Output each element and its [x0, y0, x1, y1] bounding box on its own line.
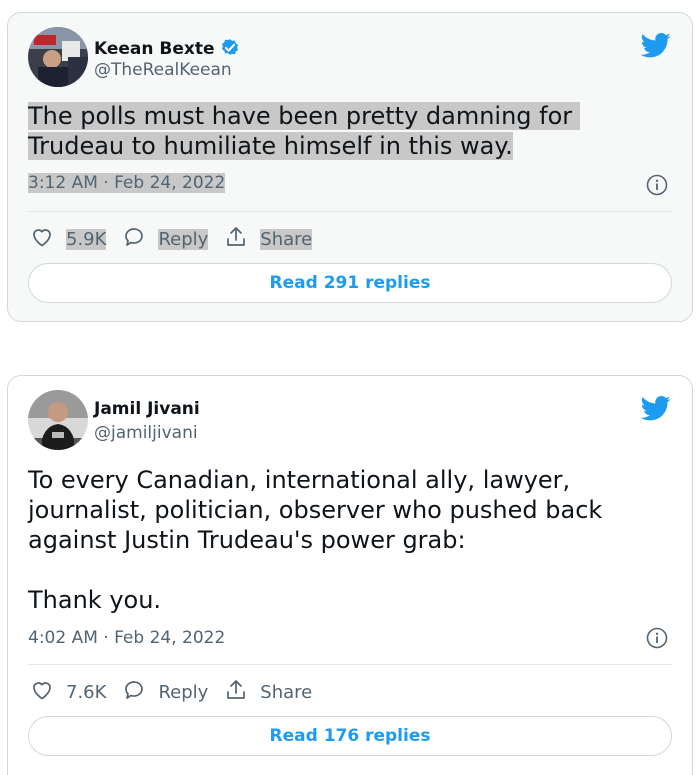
share-label: Share — [260, 228, 313, 250]
share-icon — [224, 225, 248, 253]
tweet-timestamp[interactable]: 4:02 AM · Feb 24, 2022 — [28, 628, 225, 648]
tweet-card[interactable]: Keean Bexte @TheRealKeean The polls must… — [7, 12, 693, 322]
avatar[interactable] — [28, 390, 88, 450]
tweet-text-content: The polls must have been pretty damning … — [28, 102, 580, 160]
like-button[interactable]: 5.9K — [30, 225, 107, 253]
tweet-timestamp[interactable]: 3:12 AM · Feb 24, 2022 — [28, 173, 226, 193]
like-count: 7.6K — [66, 681, 107, 703]
author-name[interactable]: Jamil Jivani — [94, 399, 200, 419]
share-label: Share — [260, 681, 313, 703]
reply-label: Reply — [158, 681, 209, 703]
reply-bubble-icon — [122, 225, 146, 253]
tweet-actions: 7.6K Reply Share — [30, 678, 328, 706]
reply-bubble-icon — [122, 678, 146, 706]
avatar[interactable] — [28, 27, 88, 87]
author-handle[interactable]: @TheRealKeean — [94, 60, 232, 80]
author-name[interactable]: Keean Bexte — [94, 39, 215, 59]
reply-label: Reply — [158, 228, 209, 250]
heart-icon — [30, 225, 54, 253]
twitter-bird-icon[interactable] — [640, 33, 671, 62]
reply-button[interactable]: Reply — [122, 225, 209, 253]
info-icon[interactable] — [646, 174, 668, 200]
read-replies-button[interactable]: Read 176 replies — [28, 716, 672, 756]
tweet-actions: 5.9K Reply Share — [30, 225, 328, 253]
like-button[interactable]: 7.6K — [30, 678, 106, 706]
author-handle[interactable]: @jamiljivani — [94, 423, 198, 443]
twitter-bird-icon[interactable] — [640, 396, 671, 425]
heart-icon — [30, 678, 54, 706]
share-button[interactable]: Share — [224, 678, 312, 706]
share-button[interactable]: Share — [224, 225, 313, 253]
share-icon — [224, 678, 248, 706]
verified-badge-icon — [219, 36, 241, 62]
tweet-text: To every Canadian, international ally, l… — [28, 466, 603, 614]
info-icon[interactable] — [646, 627, 668, 653]
tweet-card[interactable]: Jamil Jivani @jamiljivani To every Canad… — [7, 375, 693, 775]
timestamp-text[interactable]: 3:12 AM · Feb 24, 2022 — [28, 173, 226, 193]
tweet-text: The polls must have been pretty damning … — [28, 101, 674, 161]
read-replies-button[interactable]: Read 291 replies — [28, 263, 672, 303]
divider — [28, 211, 672, 212]
like-count: 5.9K — [66, 228, 107, 250]
reply-button[interactable]: Reply — [122, 678, 208, 706]
divider — [28, 664, 672, 665]
